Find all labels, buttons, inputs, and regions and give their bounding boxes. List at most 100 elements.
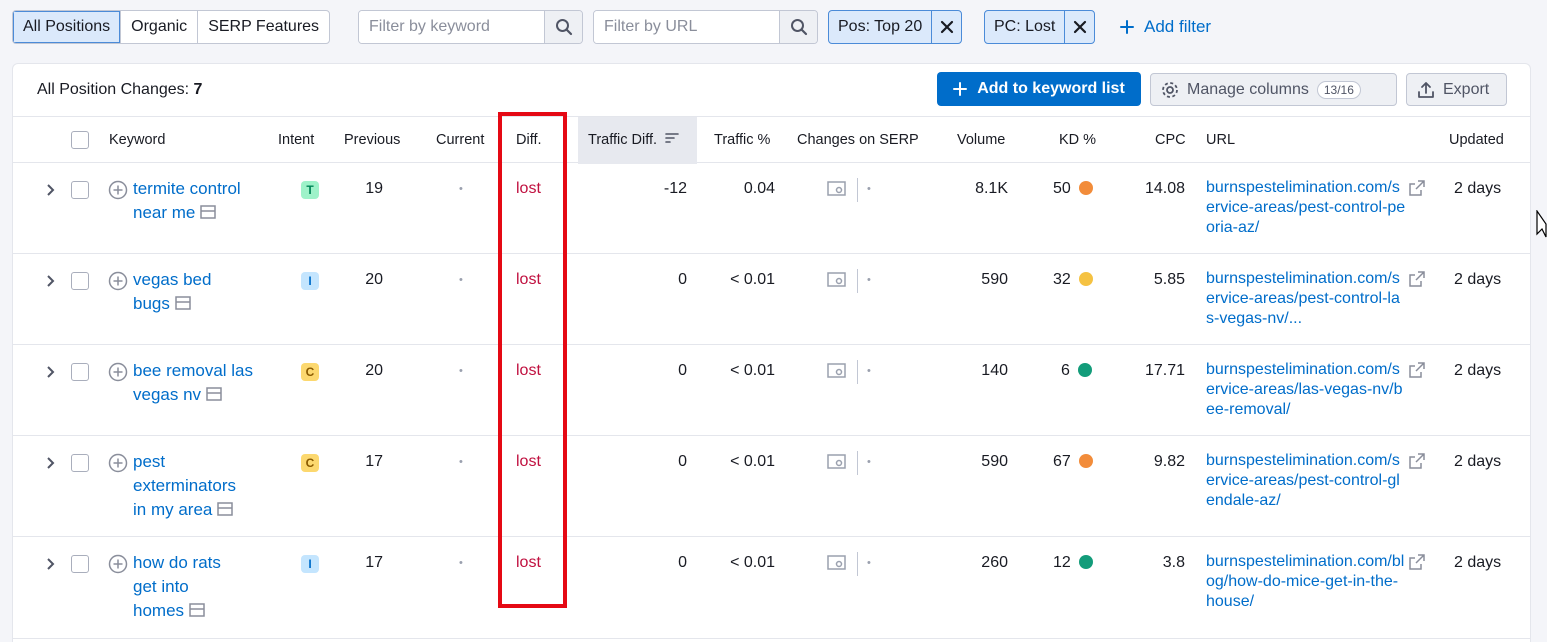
add-to-keyword-list-button[interactable]: Add to keyword list [937,72,1141,106]
chevron-right-icon[interactable] [46,274,56,288]
url-search-button[interactable] [779,11,817,43]
keyword-link[interactable]: vegas bed bugs [133,270,211,313]
add-circle-icon[interactable] [108,362,128,382]
add-circle-icon[interactable] [108,180,128,200]
export-label: Export [1443,80,1490,98]
column-header-traffic-diff[interactable]: Traffic Diff. [578,117,697,164]
plus-icon [953,82,968,96]
filter-chip-label[interactable]: PC: Lost [985,11,1064,43]
keyword-search-button[interactable] [544,11,582,43]
plus-icon [1120,20,1134,34]
serp-changes-icon[interactable] [827,555,847,571]
segment-all-positions[interactable]: All Positions [13,11,122,43]
column-header-url[interactable]: URL [1206,117,1235,164]
segment-serp-features[interactable]: SERP Features [198,11,329,43]
column-header-volume[interactable]: Volume [957,117,1005,164]
card-header: All Position Changes: 7 Add to keyword l… [13,64,1530,116]
card-title: All Position Changes: 7 [37,81,202,99]
chevron-right-icon[interactable] [46,557,56,571]
card-title-count: 7 [193,81,203,98]
serp-snapshot-icon[interactable] [189,603,205,617]
filter-chip-label[interactable]: Pos: Top 20 [829,11,931,43]
row-checkbox[interactable] [71,555,89,573]
serp-snapshot-icon[interactable] [206,387,222,401]
intent-badge: I [301,555,319,573]
divider [857,269,858,293]
serp-snapshot-icon[interactable] [174,296,191,310]
column-header-intent[interactable]: Intent [278,117,314,164]
column-header-changes-on-serp[interactable]: Changes on SERP [797,117,919,164]
external-link-icon[interactable] [1409,180,1425,196]
keyword-link[interactable]: bee removal las vegas nv [133,361,253,404]
position-changes-card: All Position Changes: 7 Add to keyword l… [12,63,1531,642]
cpc-value: 5.85 [1153,271,1185,288]
add-circle-icon[interactable] [108,271,128,291]
export-button[interactable]: Export [1406,73,1507,106]
intent-badge: C [301,454,319,472]
select-all-checkbox[interactable] [71,131,89,149]
kd-value: 12 [1053,554,1071,571]
volume-value: 590 [981,271,1008,288]
url-link[interactable]: burnspestelimination.com/service-areas/p… [1206,269,1406,329]
url-filter-input[interactable] [594,11,779,43]
external-link-icon[interactable] [1409,554,1425,570]
column-header-updated[interactable]: Updated [1449,117,1504,164]
cpc-value: 9.82 [1153,453,1185,470]
column-header-kd[interactable]: KD % [1059,117,1096,164]
keyword-cell: termite control near me [133,177,263,225]
serp-changes-icon[interactable] [827,454,847,470]
keyword-link[interactable]: how do rats get into homes [133,553,221,620]
table-row: vegas bed bugs I 20 • lost 0 < 0.01 • 59… [13,254,1530,345]
row-checkbox[interactable] [71,272,89,290]
serp-changes-icon[interactable] [827,181,847,197]
kd-indicator [1078,181,1093,195]
add-filter-label: Add filter [1144,17,1212,36]
serp-changes-icon[interactable] [827,272,847,288]
external-link-icon[interactable] [1409,271,1425,287]
keyword-filter-input[interactable] [359,11,544,43]
url-link[interactable]: burnspestelimination.com/service-areas/l… [1206,360,1406,420]
current-position: • [459,557,463,569]
column-header-current[interactable]: Current [436,117,484,164]
add-circle-icon[interactable] [108,453,128,473]
url-link[interactable]: burnspestelimination.com/service-areas/p… [1206,451,1406,511]
volume-value: 8.1K [975,180,1008,197]
url-link[interactable]: burnspestelimination.com/service-areas/p… [1206,178,1406,238]
serp-snapshot-icon[interactable] [217,502,233,516]
previous-position: 17 [365,453,383,470]
traffic-pct-value: < 0.01 [730,453,775,470]
manage-columns-button[interactable]: Manage columns 13/16 [1150,73,1397,106]
column-header-traffic-pct[interactable]: Traffic % [714,117,770,164]
column-header-cpc[interactable]: CPC [1155,117,1186,164]
external-link-icon[interactable] [1409,453,1425,469]
serp-feature-bullet: • [867,456,871,468]
traffic-diff-value: -12 [663,180,687,197]
column-header-keyword[interactable]: Keyword [109,117,165,164]
row-checkbox[interactable] [71,454,89,472]
previous-position: 17 [365,554,383,571]
serp-snapshot-icon[interactable] [200,205,216,219]
updated-value: 2 days [1454,554,1502,571]
serp-feature-bullet: • [867,274,871,286]
kd-indicator [1078,555,1093,569]
external-link-icon[interactable] [1409,362,1425,378]
add-filter-button[interactable]: Add filter [1120,14,1211,40]
row-checkbox[interactable] [71,363,89,381]
remove-filter-button[interactable] [1064,11,1094,43]
chevron-right-icon[interactable] [46,183,56,197]
add-circle-icon[interactable] [108,554,128,574]
serp-changes-icon[interactable] [827,363,847,379]
export-icon [1418,81,1434,98]
current-position: • [459,365,463,377]
remove-filter-button[interactable] [931,11,961,43]
row-checkbox[interactable] [71,181,89,199]
position-type-segmented-control: All Positions Organic SERP Features [12,10,331,44]
segment-organic[interactable]: Organic [121,11,199,43]
url-link[interactable]: burnspestelimination.com/blog/how-do-mic… [1206,552,1406,612]
keyword-link[interactable]: termite control near me [133,179,241,222]
updated-value: 2 days [1454,362,1502,379]
serp-feature-bullet: • [867,183,871,195]
chevron-right-icon[interactable] [46,365,56,379]
chevron-right-icon[interactable] [46,456,56,470]
column-header-previous[interactable]: Previous [344,117,400,164]
